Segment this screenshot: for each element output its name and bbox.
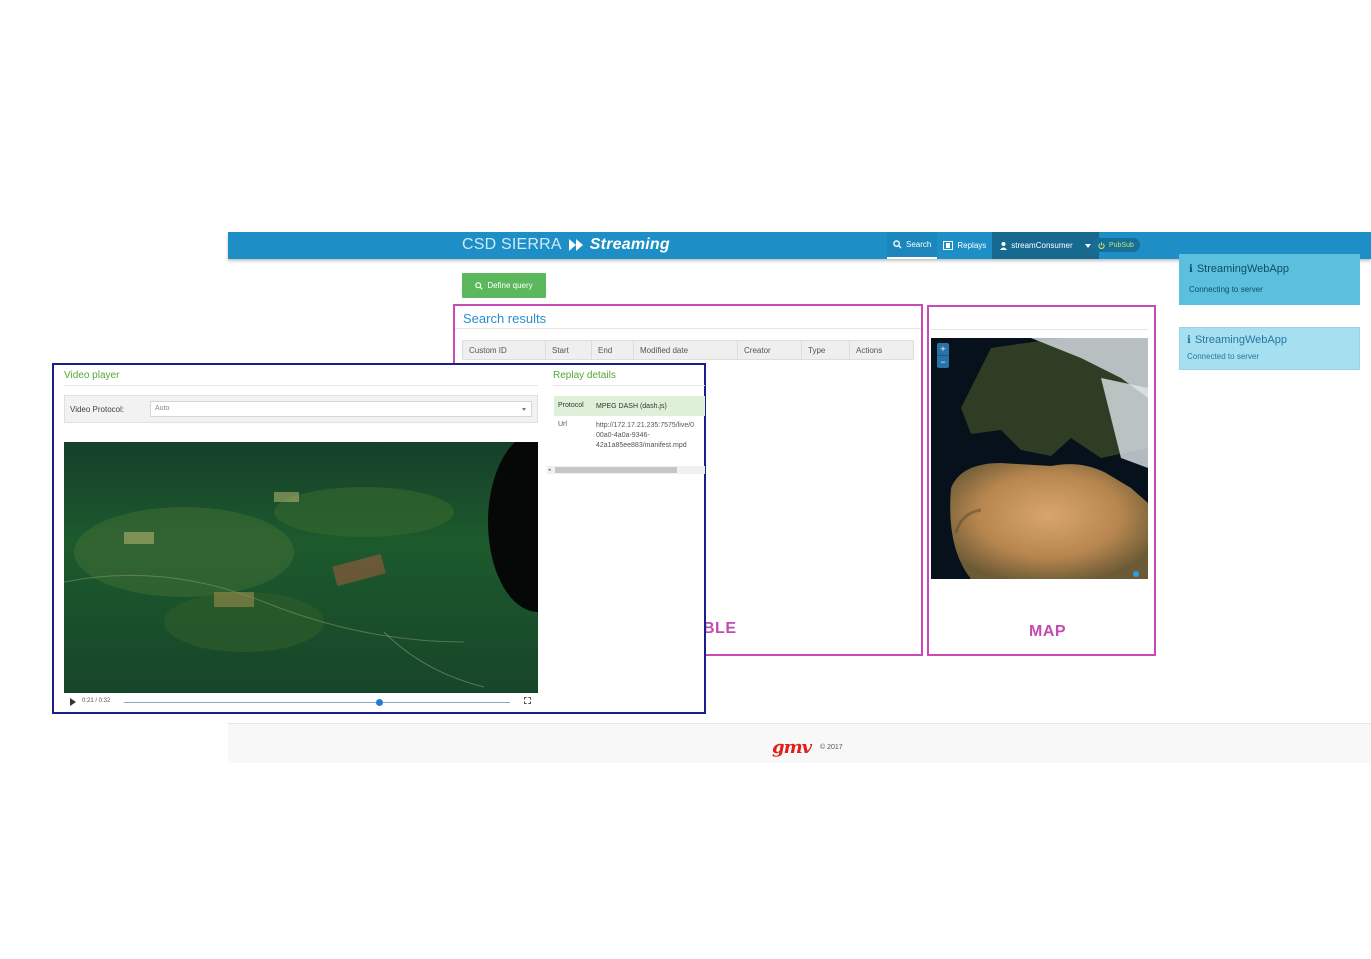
notification-title-text: StreamingWebApp [1196, 263, 1289, 275]
divider [64, 385, 538, 386]
video-controls: 0:21 / 0:32 [64, 695, 538, 709]
chevron-left-icon[interactable]: ◂ [548, 467, 551, 473]
column-header-modified-date[interactable]: Modified date [634, 341, 738, 359]
pubsub-badge[interactable]: PubSub [1092, 238, 1140, 252]
map-panel: + − MAP [927, 305, 1156, 656]
map-annotation-label: MAP [1029, 623, 1067, 640]
pubsub-label: PubSub [1109, 241, 1134, 249]
nav-replays-label: Replays [957, 241, 987, 250]
notification-title: i StreamingWebApp [1187, 334, 1287, 346]
url-line: http://172.17.21.235:7575/live/0 [596, 422, 695, 429]
notification-connecting[interactable]: i StreamingWebApp Connecting to server [1179, 254, 1360, 305]
screenshot-stage: CSD SIERRA Streaming Search Replays stre… [0, 0, 1371, 959]
detail-key: Protocol [558, 402, 584, 409]
map-image [931, 338, 1148, 579]
gmv-logo: gmv [772, 737, 812, 758]
brand-title: CSD SIERRA [462, 236, 562, 253]
video-image [64, 442, 538, 693]
define-query-button[interactable]: Define query [462, 273, 546, 298]
notification-message: Connected to server [1187, 352, 1260, 361]
fullscreen-icon[interactable] [524, 697, 531, 704]
column-header-type[interactable]: Type [802, 341, 850, 359]
notification-title: i StreamingWebApp [1189, 263, 1289, 275]
define-query-label: Define query [487, 281, 533, 290]
page-footer: gmv © 2017 [228, 723, 1371, 763]
fast-forward-icon [568, 239, 583, 251]
notification-message: Connecting to server [1189, 285, 1263, 294]
url-line: 00a0-4a0a-9346- [596, 432, 650, 439]
chevron-down-icon [1084, 243, 1091, 248]
video-protocol-value: Auto [155, 405, 170, 412]
chevron-down-icon [522, 408, 526, 411]
url-line: 42a1a85ee883/manifest.mpd [596, 442, 687, 449]
brand[interactable]: CSD SIERRA Streaming [462, 236, 670, 254]
divider [931, 329, 1148, 330]
video-protocol-label: Video Protocol: [70, 405, 125, 414]
video-seek-bar[interactable] [124, 699, 510, 706]
nav-item-replays[interactable]: Replays [937, 232, 992, 259]
video-frame[interactable] [64, 442, 538, 693]
notification-connected[interactable]: i StreamingWebApp Connected to server [1179, 327, 1360, 370]
detail-value: MPEG DASH (dash.js) [596, 403, 667, 410]
info-icon: i [1189, 264, 1193, 275]
divider [455, 328, 921, 329]
film-icon [943, 241, 954, 250]
divider [553, 385, 705, 386]
column-header-end[interactable]: End [592, 341, 634, 359]
column-header-creator[interactable]: Creator [738, 341, 802, 359]
horizontal-scrollbar[interactable]: ◂ [547, 466, 705, 474]
video-protocol-select[interactable]: Auto [150, 401, 532, 417]
power-icon [1098, 241, 1105, 249]
detail-key: Url [558, 421, 567, 428]
user-icon [1000, 241, 1008, 250]
search-icon [475, 281, 483, 290]
zoom-in-button[interactable]: + [937, 343, 949, 355]
replay-details-title: Replay details [553, 370, 616, 381]
user-name: streamConsumer [1011, 241, 1073, 250]
zoom-out-button[interactable]: − [937, 355, 949, 368]
table-annotation-label: BLE [703, 620, 737, 637]
results-table-header: Custom ID Start End Modified date Creato… [462, 340, 914, 360]
nav-search-label: Search [906, 240, 932, 249]
column-header-start[interactable]: Start [546, 341, 592, 359]
replay-details-row-url: Url http://172.17.21.235:7575/live/0 00a… [554, 416, 705, 452]
video-protocol-row: Video Protocol: Auto [64, 395, 538, 423]
search-results-title: Search results [463, 311, 547, 326]
nav-item-search[interactable]: Search [887, 232, 938, 259]
column-header-actions: Actions [856, 345, 883, 355]
user-menu[interactable]: streamConsumer [992, 232, 1099, 259]
video-time: 0:21 / 0:32 [82, 698, 111, 704]
video-player-panel: Video player Video Protocol: Auto 0:21 /… [52, 363, 706, 714]
video-player-title: Video player [64, 370, 120, 381]
brand-subtitle: Streaming [589, 236, 670, 253]
replay-details-row-protocol: Protocol MPEG DASH (dash.js) [554, 396, 705, 416]
satellite-map[interactable]: + − [931, 338, 1148, 579]
scrollbar-thumb[interactable] [555, 467, 677, 473]
info-icon: i [1187, 335, 1191, 346]
nav-menu: Search Replays streamConsumer [887, 232, 1099, 259]
search-icon [893, 240, 902, 249]
copyright-text: © 2017 [820, 744, 843, 751]
map-zoom-control: + − [937, 343, 949, 368]
seek-handle[interactable] [375, 699, 383, 706]
play-icon[interactable] [70, 698, 76, 706]
column-header-custom-id[interactable]: Custom ID [463, 341, 546, 359]
notification-title-text: StreamingWebApp [1194, 334, 1287, 346]
detail-value-url[interactable]: http://172.17.21.235:7575/live/0 00a0-4a… [596, 421, 706, 451]
